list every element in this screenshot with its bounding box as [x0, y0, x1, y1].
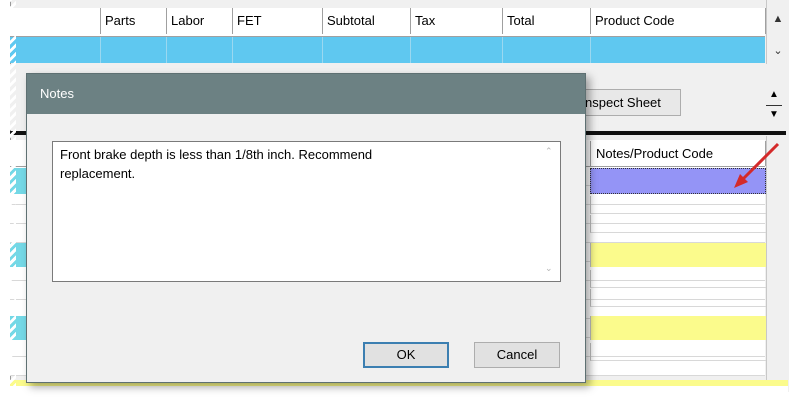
- notes-cell[interactable]: [590, 343, 766, 361]
- torn-edge-left: [4, 0, 16, 392]
- notes-cell[interactable]: [590, 196, 766, 214]
- spinner-divider: [766, 105, 782, 106]
- spin-down-icon[interactable]: ▼: [767, 108, 781, 122]
- scroll-down-icon[interactable]: ⌄: [768, 44, 788, 58]
- selected-grid-row[interactable]: [10, 37, 765, 63]
- cell-divider: [590, 37, 591, 63]
- column-header-fet[interactable]: FET: [232, 8, 322, 34]
- dialog-title[interactable]: Notes: [27, 74, 585, 114]
- column-header-tax[interactable]: Tax: [410, 8, 502, 34]
- cell-divider: [502, 37, 503, 63]
- ok-button[interactable]: OK: [363, 342, 449, 368]
- notes-cell[interactable]: [590, 215, 766, 233]
- torn-edge-bottom: [10, 386, 788, 396]
- notes-cell[interactable]: [590, 289, 766, 307]
- notes-scrollbar[interactable]: ⌃ ⌄: [542, 144, 558, 279]
- column-header-parts[interactable]: Parts: [100, 8, 166, 34]
- notes-textarea[interactable]: Front brake depth is less than 1/8th inc…: [52, 141, 561, 282]
- spin-up-icon[interactable]: ▲: [767, 88, 781, 102]
- scroll-up-icon[interactable]: ⌃: [545, 146, 553, 157]
- notes-cell[interactable]: [590, 270, 766, 288]
- row-spinner[interactable]: ▲ ▼: [759, 84, 789, 126]
- cell-divider: [100, 37, 101, 63]
- red-arrow-icon: [734, 142, 780, 188]
- column-header-labor[interactable]: Labor: [166, 8, 232, 34]
- cancel-button[interactable]: Cancel: [474, 342, 560, 368]
- notes-text[interactable]: Front brake depth is less than 1/8th inc…: [60, 145, 530, 183]
- scroll-down-icon[interactable]: ⌄: [545, 263, 553, 274]
- cell-divider: [232, 37, 233, 63]
- notes-cell-highlighted[interactable]: [590, 316, 766, 340]
- column-header-total[interactable]: Total: [502, 8, 590, 34]
- cell-divider: [410, 37, 411, 63]
- cell-divider: [166, 37, 167, 63]
- column-header-subtotal[interactable]: Subtotal: [322, 8, 410, 34]
- notes-dialog: Notes Front brake depth is less than 1/8…: [26, 73, 586, 383]
- cell-divider: [322, 37, 323, 63]
- scroll-up-icon[interactable]: ▲: [768, 12, 788, 26]
- column-header-product-code[interactable]: Product Code: [590, 8, 766, 34]
- upper-grid-scrollbar[interactable]: ▲ ⌄: [766, 0, 789, 64]
- notes-cell-highlighted[interactable]: [590, 243, 766, 267]
